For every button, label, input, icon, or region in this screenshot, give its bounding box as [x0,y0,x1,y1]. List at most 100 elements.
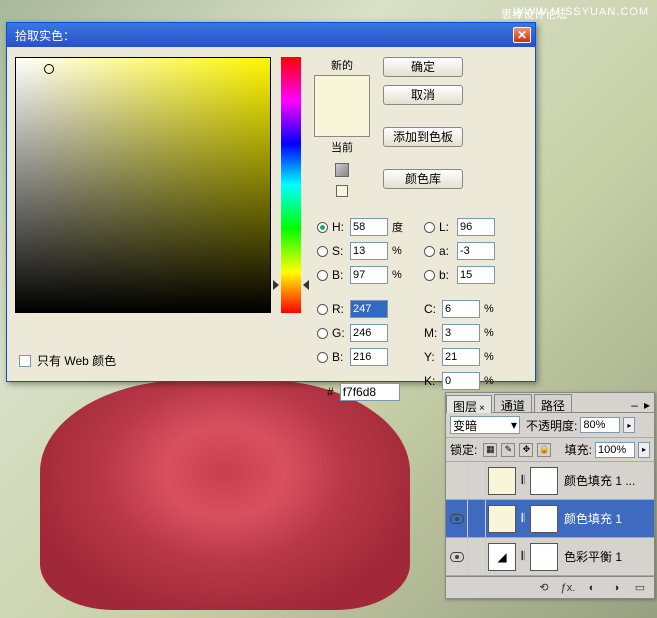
link-col[interactable] [468,538,486,575]
b-input[interactable] [350,266,388,284]
mask-thumb-icon[interactable] [530,467,558,495]
r-input[interactable] [350,300,388,318]
color-libraries-button[interactable]: 颜色库 [383,169,463,189]
bb-input[interactable] [350,348,388,366]
k-unit: % [484,375,500,387]
fill-flyout-icon[interactable]: ▸ [638,442,650,458]
lock-all-icon[interactable]: 🔒 [537,443,551,457]
ok-button[interactable]: 确定 [383,57,463,77]
layer-fx-icon[interactable]: ƒx. [560,581,576,595]
layer-thumb-icon[interactable] [488,505,516,533]
dialog-titlebar[interactable]: 拾取实色： ✕ [7,23,535,47]
layer-thumb-icon[interactable] [488,467,516,495]
g-radio[interactable] [317,328,328,339]
b-radio[interactable] [317,270,328,281]
g-input[interactable] [350,324,388,342]
hex-input[interactable] [340,383,400,401]
layer-row[interactable]: ◢ 𝄃 色彩平衡 1 [446,538,654,576]
sv-cursor-icon [44,64,54,74]
lock-position-icon[interactable]: ✥ [519,443,533,457]
opacity-flyout-icon[interactable]: ▸ [623,417,635,433]
a-label: a: [439,244,453,258]
web-only-checkbox[interactable] [19,355,31,367]
add-swatches-button[interactable]: 添加到色板 [383,127,463,147]
eye-icon [450,552,464,562]
a-input[interactable] [457,242,495,260]
hex-label: # [327,385,334,399]
layer-row[interactable]: 𝄃 颜色填充 1 ... [446,462,654,500]
s-radio[interactable] [317,246,328,257]
layer-name[interactable]: 颜色填充 1 [560,510,654,527]
a-radio[interactable] [424,246,435,257]
y-input[interactable] [442,348,480,366]
lock-pixels-icon[interactable]: ✎ [501,443,515,457]
mask-thumb-icon[interactable] [530,543,558,571]
adj-thumb-icon[interactable]: ◢ [488,543,516,571]
r-label: R: [332,302,346,316]
c-input[interactable] [442,300,480,318]
current-color-swatch[interactable] [315,106,369,136]
gamut-cube-icon[interactable] [335,163,349,177]
panel-menu-icon[interactable]: ▸ [644,398,650,412]
k-input[interactable] [442,372,480,390]
opacity-input[interactable] [580,417,620,433]
visibility-toggle[interactable] [446,500,468,537]
current-color-label: 当前 [331,139,353,155]
lab-b-radio[interactable] [424,270,435,281]
hue-slider[interactable] [281,57,301,313]
tab-layers-label: 图层 [453,400,477,414]
h-unit: 度 [392,219,408,235]
panel-minimize-icon[interactable]: – [631,398,638,412]
hue-slider-left-icon [273,280,279,290]
add-mask-icon[interactable]: ◐ [584,581,600,595]
cancel-button[interactable]: 取消 [383,85,463,105]
new-group-icon[interactable]: ▭ [632,581,648,595]
new-adj-icon[interactable]: ◑ [608,581,624,595]
link-col[interactable] [468,500,486,537]
m-label: M: [424,326,438,340]
l-radio[interactable] [424,222,435,233]
hue-slider-right-icon [303,280,309,290]
visibility-toggle[interactable] [446,462,468,499]
s-unit: % [392,245,408,257]
y-unit: % [484,351,500,363]
color-picker-dialog: 拾取实色： ✕ 新的 当前 确定 取消 添加到 [6,22,536,382]
link-col[interactable] [468,462,486,499]
mask-thumb-icon[interactable] [530,505,558,533]
layer-row[interactable]: 𝄃 颜色填充 1 [446,500,654,538]
m-unit: % [484,327,500,339]
h-label: H: [332,220,346,234]
h-radio[interactable] [317,222,328,233]
lock-label: 锁定: [450,441,477,458]
b-label: B: [332,268,346,282]
layer-name[interactable]: 色彩平衡 1 [560,548,654,565]
tab-paths[interactable]: 路径 [534,394,572,412]
fill-input[interactable] [595,442,635,458]
tab-layers[interactable]: 图层× [446,395,492,413]
s-label: S: [332,244,346,258]
link-icon: 𝄃 [518,511,528,526]
r-radio[interactable] [317,304,328,315]
saturation-value-field[interactable] [15,57,271,313]
h-input[interactable] [350,218,388,236]
link-layers-icon[interactable]: ⟲ [536,581,552,595]
tab-channels[interactable]: 通道 [494,394,532,412]
l-label: L: [439,220,453,234]
tab-close-icon[interactable]: × [479,403,485,414]
web-only-label: 只有 Web 颜色 [37,352,116,369]
watermark-forum: 思缘设计论坛 [501,6,567,22]
close-icon: ✕ [517,28,527,42]
layer-name[interactable]: 颜色填充 1 ... [560,472,654,489]
bb-radio[interactable] [317,352,328,363]
close-button[interactable]: ✕ [513,27,531,43]
lab-b-input[interactable] [457,266,495,284]
visibility-toggle[interactable] [446,538,468,575]
m-input[interactable] [442,324,480,342]
s-input[interactable] [350,242,388,260]
panel-tabs: 图层× 通道 路径 –▸ [446,393,654,413]
opacity-label: 不透明度: [526,417,577,434]
blend-mode-select[interactable]: 变暗▾ [450,416,520,434]
websafe-swatch-icon[interactable] [336,185,348,197]
lock-transparency-icon[interactable]: ▦ [483,443,497,457]
l-input[interactable] [457,218,495,236]
